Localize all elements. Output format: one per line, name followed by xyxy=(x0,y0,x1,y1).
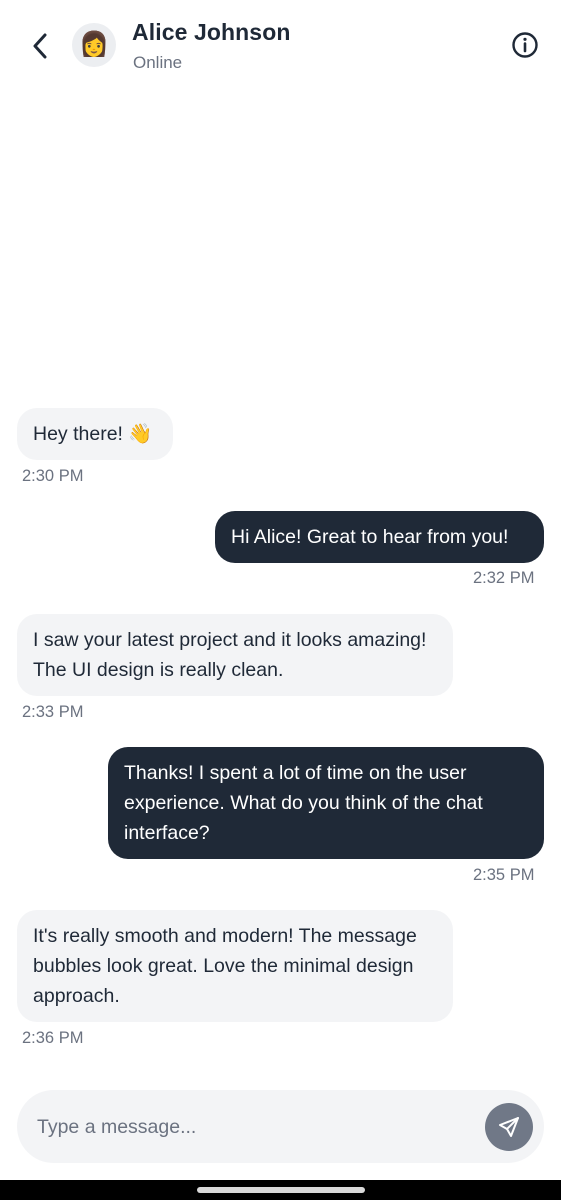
chat-screen: 👩 Alice Johnson Online Hey there! 👋 2:30… xyxy=(0,0,561,1200)
message-bubble-incoming[interactable]: Hey there! 👋 xyxy=(17,408,173,460)
message-text: Thanks! I spent a lot of time on the use… xyxy=(124,762,483,844)
send-icon xyxy=(499,1117,519,1137)
chevron-left-icon xyxy=(33,33,47,59)
message-composer xyxy=(17,1090,544,1163)
message-timestamp: 2:36 PM xyxy=(22,1029,84,1047)
message-text: Hi Alice! Great to hear from you! xyxy=(231,526,509,548)
back-button[interactable] xyxy=(24,28,56,64)
contact-name: Alice Johnson xyxy=(132,19,291,45)
send-button[interactable] xyxy=(485,1103,533,1151)
avatar[interactable]: 👩 xyxy=(72,23,116,67)
message-bubble-incoming[interactable]: It's really smooth and modern! The messa… xyxy=(17,910,453,1022)
message-text: I saw your latest project and it looks a… xyxy=(33,629,427,681)
message-bubble-outgoing[interactable]: Thanks! I spent a lot of time on the use… xyxy=(108,747,544,859)
info-button[interactable] xyxy=(511,31,539,59)
message-input[interactable] xyxy=(37,1108,467,1146)
system-nav-bar xyxy=(0,1180,561,1200)
avatar-emoji: 👩 xyxy=(79,31,109,58)
message-text: It's really smooth and modern! The messa… xyxy=(33,925,417,1007)
message-timestamp: 2:32 PM xyxy=(473,569,535,587)
message-timestamp: 2:35 PM xyxy=(473,866,535,884)
contact-status: Online xyxy=(133,53,183,72)
message-bubble-outgoing[interactable]: Hi Alice! Great to hear from you! xyxy=(215,511,544,563)
chat-header: 👩 Alice Johnson Online xyxy=(0,0,561,92)
message-timestamp: 2:33 PM xyxy=(22,703,84,721)
message-text: Hey there! 👋 xyxy=(33,423,153,445)
message-bubble-incoming[interactable]: I saw your latest project and it looks a… xyxy=(17,614,453,696)
message-timestamp: 2:30 PM xyxy=(22,467,84,485)
info-circle-icon xyxy=(512,32,538,58)
home-indicator[interactable] xyxy=(197,1187,365,1193)
